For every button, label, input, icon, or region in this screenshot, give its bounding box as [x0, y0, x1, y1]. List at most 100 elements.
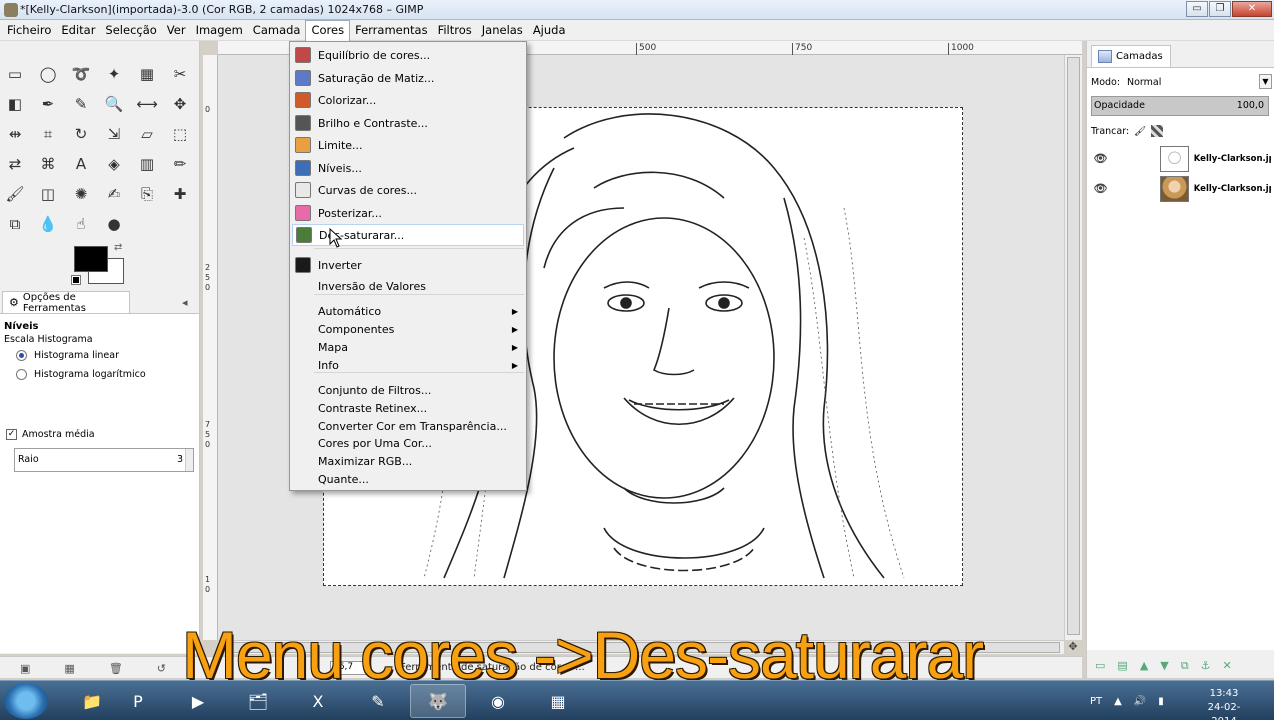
menu-ficheiro[interactable]: Ficheiro	[2, 20, 56, 41]
lasso-select-icon[interactable]: ➰	[70, 63, 92, 85]
menu-item-posterizar[interactable]: Posterizar...	[292, 202, 524, 224]
menu-ver[interactable]: Ver	[162, 20, 191, 41]
new-layer-icon[interactable]: ▭	[1095, 659, 1105, 678]
radius-spinbox[interactable]: Raio 3	[14, 448, 194, 472]
taskbar-file-manager-icon[interactable]: 🗂	[230, 684, 286, 718]
radius-spin-buttons[interactable]	[185, 449, 193, 471]
close-button[interactable]: ✕	[1232, 1, 1272, 17]
menu-item-inverter[interactable]: Inverter	[292, 254, 524, 276]
tab-menu-icon[interactable]: ◂	[182, 296, 188, 309]
layer-name[interactable]: Kelly-Clarkson.jp	[1194, 154, 1271, 164]
delete-layer-icon[interactable]: ✕	[1222, 659, 1231, 678]
visibility-eye-icon[interactable]: 👁	[1091, 152, 1110, 165]
checkbox-box[interactable]: ✓	[6, 429, 17, 440]
lock-alpha-icon[interactable]	[1151, 125, 1164, 137]
flip-icon[interactable]: ⇄	[4, 153, 26, 175]
cage-icon[interactable]: ⌘	[37, 153, 59, 175]
menu-item-info[interactable]: Info ▶	[292, 354, 524, 376]
taskbar-excel-icon[interactable]: X	[290, 684, 346, 718]
taskbar-media-player-icon[interactable]: ▶	[170, 684, 226, 718]
airbrush-icon[interactable]: ✺	[70, 183, 92, 205]
bucket-fill-icon[interactable]: ◈	[103, 153, 125, 175]
perspective-icon[interactable]: ⬚	[169, 123, 191, 145]
zoom-icon[interactable]: 🔍	[103, 93, 125, 115]
menu-item-curvas-de-cores[interactable]: Curvas de cores...	[292, 179, 524, 201]
minimize-button[interactable]: ▭	[1186, 1, 1208, 17]
taskbar-app-icon[interactable]: ✎	[350, 684, 406, 718]
layer-name[interactable]: Kelly-Clarkson.jp	[1194, 184, 1271, 194]
vertical-scroll-thumb[interactable]	[1067, 57, 1080, 635]
swap-colors-icon[interactable]: ⇄	[114, 242, 122, 253]
menu-ajuda[interactable]: Ajuda	[528, 20, 571, 41]
tab-layers[interactable]: Camadas	[1091, 45, 1171, 67]
scissors-select-icon[interactable]: ✂	[169, 63, 191, 85]
menu-item-colorizar[interactable]: Colorizar...	[292, 89, 524, 111]
clock[interactable]: 13:43 24-02-2014	[1196, 687, 1252, 720]
mode-select[interactable]: Normal	[1127, 77, 1161, 88]
menu-cores[interactable]: Cores	[305, 19, 351, 41]
visibility-eye-icon[interactable]: 👁	[1091, 182, 1110, 195]
ink-icon[interactable]: ✍	[103, 183, 125, 205]
default-colors-icon[interactable]	[71, 275, 81, 285]
dodge-burn-icon[interactable]: ●	[103, 213, 125, 235]
menu-item-limite[interactable]: Limite...	[292, 134, 524, 156]
language-indicator[interactable]: PT	[1090, 696, 1102, 707]
radio-linear-histogram[interactable]: Histograma linear	[16, 350, 119, 361]
blend-icon[interactable]: ▥	[136, 153, 158, 175]
delete-options-icon[interactable]: 🗑	[109, 662, 123, 678]
save-options-icon[interactable]: ▣	[20, 662, 30, 678]
heal-icon[interactable]: ✚	[169, 183, 191, 205]
restore-options-icon[interactable]: ▦	[64, 662, 74, 678]
tool-options-tab[interactable]: ⚙ Opções de Ferramentas	[2, 291, 130, 314]
menu-item-des-saturarar[interactable]: Des-saturarar...	[292, 224, 524, 246]
network-icon[interactable]: ▮	[1158, 696, 1164, 707]
foreground-color[interactable]	[74, 246, 108, 272]
tray-arrow-icon[interactable]: ▲	[1114, 696, 1122, 707]
paths-icon[interactable]: ✒	[37, 93, 59, 115]
anchor-layer-icon[interactable]: ⚓	[1201, 659, 1211, 678]
menu-ferramentas[interactable]: Ferramentas	[350, 20, 432, 41]
maximize-button[interactable]: ❐	[1209, 1, 1231, 17]
start-button[interactable]	[4, 683, 48, 719]
raise-layer-icon[interactable]: ▲	[1140, 659, 1148, 678]
eraser-icon[interactable]: ◫	[37, 183, 59, 205]
sample-average-checkbox[interactable]: ✓ Amostra média	[6, 429, 95, 440]
color-select-icon[interactable]: ▦	[136, 63, 158, 85]
paintbrush-icon[interactable]: 🖌	[4, 183, 26, 205]
mode-dropdown-icon[interactable]: ▼	[1259, 74, 1272, 89]
menu-janelas[interactable]: Janelas	[477, 20, 528, 41]
menu-item-brilho-e-contraste[interactable]: Brilho e Contraste...	[292, 112, 524, 134]
layer-row[interactable]: 👁 Kelly-Clarkson.jp	[1091, 144, 1271, 173]
crop-icon[interactable]: ⌗	[37, 123, 59, 145]
lower-layer-icon[interactable]: ▼	[1160, 659, 1168, 678]
menu-editar[interactable]: Editar	[56, 20, 100, 41]
pencil-icon[interactable]: ✏	[169, 153, 191, 175]
menu-item-saturação-de-matiz[interactable]: Saturação de Matiz...	[292, 67, 524, 89]
color-picker-icon[interactable]: ✎	[70, 93, 92, 115]
menu-imagem[interactable]: Imagem	[191, 20, 248, 41]
taskbar-powerpoint-icon[interactable]: P	[110, 684, 166, 718]
shear-icon[interactable]: ▱	[136, 123, 158, 145]
duplicate-layer-icon[interactable]: ⧉	[1181, 659, 1189, 678]
rotate-icon[interactable]: ↻	[70, 123, 92, 145]
move-icon[interactable]: ✥	[169, 93, 191, 115]
menu-item-quante[interactable]: Quante...	[292, 468, 524, 490]
radio-linear-dot[interactable]	[16, 350, 27, 361]
opacity-slider[interactable]: Opacidade 100,0	[1091, 96, 1269, 116]
clone-icon[interactable]: ⎘	[136, 183, 158, 205]
layer-row[interactable]: 👁 Kelly-Clarkson.jp	[1091, 174, 1271, 203]
radio-log-dot[interactable]	[16, 369, 27, 380]
menu-camada[interactable]: Camada	[248, 20, 306, 41]
menu-item-equilíbrio-de-cores[interactable]: Equilíbrio de cores...	[292, 44, 524, 66]
taskbar-video-editor-icon[interactable]: ▦	[530, 684, 586, 718]
taskbar-chrome-icon[interactable]: ◉	[470, 684, 526, 718]
reset-options-icon[interactable]: ↺	[157, 662, 166, 678]
radio-log-histogram[interactable]: Histograma logarítmico	[16, 369, 146, 380]
blur-icon[interactable]: 💧	[37, 213, 59, 235]
lock-pixels-icon[interactable]: 🖌	[1134, 126, 1146, 137]
foreground-select-icon[interactable]: ◧	[4, 93, 26, 115]
menu-item-inversão-de-valores[interactable]: Inversão de Valores	[292, 275, 524, 297]
volume-icon[interactable]: 🔊	[1134, 696, 1146, 707]
text-icon[interactable]: A	[70, 153, 92, 175]
navigate-icon[interactable]: ✥	[1064, 640, 1082, 654]
